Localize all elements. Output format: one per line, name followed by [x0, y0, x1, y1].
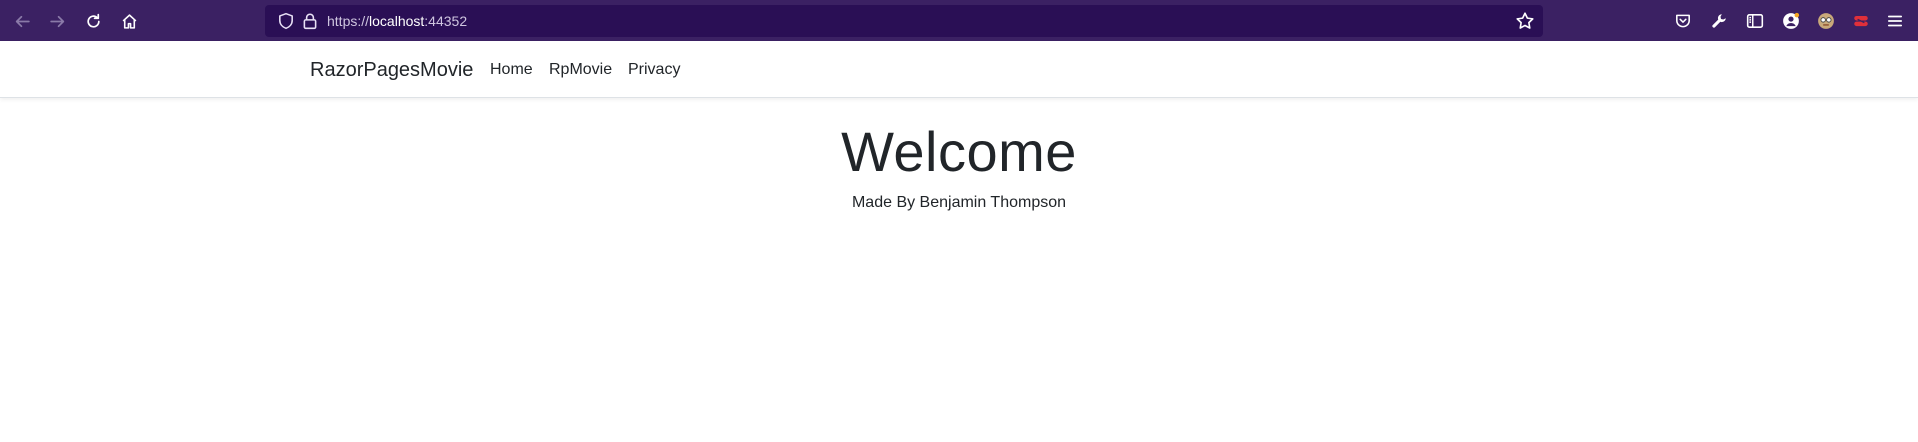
address-bar[interactable]: https://localhost:44352 [265, 5, 1543, 37]
back-arrow-icon [15, 15, 30, 27]
extension-icon [1854, 15, 1868, 27]
browser-toolbar: https://localhost:44352 [0, 0, 1918, 41]
author-credit: Made By Benjamin Thompson [851, 194, 1067, 211]
account-button[interactable] [1780, 10, 1802, 32]
shield-icon[interactable] [277, 12, 295, 30]
forward-button[interactable] [43, 7, 71, 35]
url-scheme: https:// [327, 13, 370, 29]
nav-link-rpmovie[interactable]: RpMovie [549, 60, 612, 80]
home-icon [122, 13, 136, 29]
url-host: localhost [369, 13, 425, 29]
extension-icon [1818, 13, 1834, 29]
extension-button[interactable] [1815, 10, 1837, 32]
lock-icon[interactable] [301, 12, 319, 30]
devtools-button[interactable] [1708, 10, 1730, 32]
site-navbar: RazorPagesMovie Home RpMovie Privacy [0, 41, 1918, 98]
pocket-icon [1676, 14, 1690, 28]
extension-button-2[interactable] [1850, 10, 1872, 32]
sidebar-button[interactable] [1744, 10, 1766, 32]
nav-link-privacy[interactable]: Privacy [628, 60, 680, 80]
page-title: Welcome [841, 120, 1077, 183]
app-menu-button[interactable] [1884, 10, 1906, 32]
brand-link[interactable]: RazorPagesMovie [310, 58, 473, 82]
home-button[interactable] [115, 7, 143, 35]
wrench-icon [1712, 14, 1726, 28]
reload-button[interactable] [79, 7, 107, 35]
pocket-button[interactable] [1672, 10, 1694, 32]
sidebar-icon [1746, 14, 1764, 28]
forward-arrow-icon [49, 15, 64, 27]
nav-link-home[interactable]: Home [490, 60, 533, 80]
back-button[interactable] [8, 7, 36, 35]
reload-icon [86, 13, 100, 28]
url-port: :44352 [424, 13, 468, 29]
url-text[interactable]: https://localhost:44352 [327, 12, 467, 30]
account-icon [1783, 12, 1800, 29]
menu-icon [1887, 15, 1903, 27]
star-icon[interactable] [1515, 11, 1535, 31]
